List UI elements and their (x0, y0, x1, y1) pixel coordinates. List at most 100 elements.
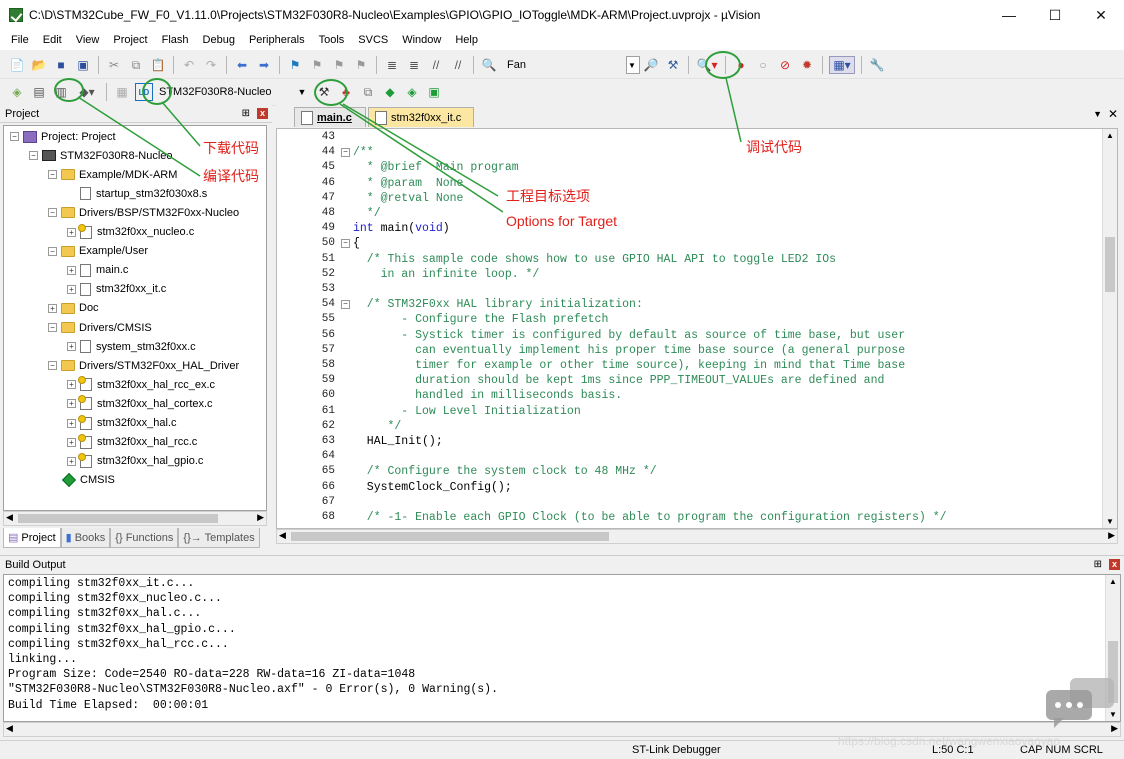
tree-item[interactable]: + stm32f0xx_hal_cortex.c (67, 394, 213, 413)
fold-toggle-icon[interactable]: − (341, 239, 350, 249)
save-icon[interactable]: ■ (52, 56, 70, 74)
menu-flash[interactable]: Flash (155, 34, 196, 46)
expand-icon[interactable]: + (67, 418, 76, 428)
tree-item[interactable]: + stm32f0xx_hal_rcc_ex.c (67, 375, 215, 394)
find-in-files-icon[interactable]: 🔍 (480, 56, 498, 74)
redo-icon[interactable]: ↷ (202, 56, 220, 74)
tree-item[interactable]: + stm32f0xx_nucleo.c (67, 223, 194, 242)
scroll-left-icon[interactable]: ◀ (279, 530, 286, 541)
menu-view[interactable]: View (69, 34, 107, 46)
configure-wrench-icon[interactable]: 🔧 (868, 56, 886, 74)
menu-peripherals[interactable]: Peripherals (242, 34, 312, 46)
scroll-thumb[interactable] (18, 514, 218, 523)
indent-icon[interactable]: ≣ (383, 56, 401, 74)
unindent-icon[interactable]: ≣ (405, 56, 423, 74)
incremental-find-icon[interactable]: ⚒ (664, 56, 682, 74)
menu-tools[interactable]: Tools (312, 34, 352, 46)
expand-icon[interactable]: + (67, 456, 76, 466)
clear-bookmarks-icon[interactable]: ⚑ (352, 56, 370, 74)
collapse-icon[interactable]: − (29, 151, 38, 161)
maximize-button[interactable]: ☐ (1032, 0, 1078, 30)
window-layout-icon[interactable]: ▦▾ (829, 56, 855, 74)
stop-build-icon[interactable]: ▦ (113, 83, 131, 101)
file-extensions-icon[interactable]: ⧉ (359, 83, 377, 101)
tree-item[interactable]: − Project: Project (10, 127, 116, 146)
tree-item[interactable]: + stm32f0xx_hal_gpio.c (67, 452, 203, 471)
manage-run-time-icon[interactable]: ◆ (381, 83, 399, 101)
expand-icon[interactable]: + (67, 284, 76, 294)
uncomment-icon[interactable]: // (449, 56, 467, 74)
tree-item[interactable]: − Drivers/STM32F0xx_HAL_Driver (48, 356, 239, 375)
expand-icon[interactable]: + (48, 303, 57, 313)
navigate-back-icon[interactable]: ⬅ (233, 56, 251, 74)
tree-item[interactable]: − Drivers/CMSIS (48, 318, 152, 337)
menu-help[interactable]: Help (448, 34, 485, 46)
tree-item[interactable]: − Example/MDK-ARM (48, 165, 177, 184)
tree-item[interactable]: + system_stm32f0xx.c (67, 337, 196, 356)
pin-icon[interactable]: ⊞ (1094, 559, 1102, 570)
menu-debug[interactable]: Debug (196, 34, 242, 46)
close-button[interactable]: ✕ (1078, 0, 1124, 30)
expand-icon[interactable]: + (67, 380, 76, 390)
tree-item[interactable]: + stm32f0xx_hal_rcc.c (67, 433, 197, 452)
close-panel-icon[interactable]: x (1109, 559, 1120, 570)
scroll-up-icon[interactable]: ▲ (1106, 131, 1114, 140)
comment-icon[interactable]: // (427, 56, 445, 74)
expand-icon[interactable]: + (67, 399, 76, 409)
collapse-icon[interactable]: − (48, 170, 57, 180)
build-output-window[interactable]: ▲ ▼ compiling stm32f0xx_it.c... compiling… (3, 574, 1121, 722)
expand-icon[interactable]: + (67, 437, 76, 447)
scroll-right-icon[interactable]: ▶ (257, 512, 264, 523)
select-software-packs-icon[interactable]: ▣ (425, 83, 443, 101)
copy-icon[interactable]: ⧉ (127, 56, 145, 74)
paste-icon[interactable]: 📋 (149, 56, 167, 74)
expand-icon[interactable]: + (67, 265, 76, 275)
tree-item[interactable]: − Example/User (48, 242, 148, 261)
pack-installer-icon[interactable]: ◈ (403, 83, 421, 101)
tree-item[interactable]: startup_stm32f030x8.s (67, 184, 207, 203)
tab-functions[interactable]: {} Functions (110, 528, 179, 548)
menu-svcs[interactable]: SVCS (351, 34, 395, 46)
tree-item[interactable]: − STM32F030R8-Nucleo (29, 146, 173, 165)
save-all-icon[interactable]: ▣ (74, 56, 92, 74)
tree-item[interactable]: + main.c (67, 261, 128, 280)
tab-books[interactable]: ▮ Books (60, 528, 111, 548)
cut-icon[interactable]: ✂ (105, 56, 123, 74)
fold-toggle-icon[interactable]: − (341, 148, 350, 158)
collapse-icon[interactable]: − (48, 323, 57, 332)
expand-icon[interactable]: + (67, 227, 76, 237)
menu-edit[interactable]: Edit (36, 34, 69, 46)
collapse-icon[interactable]: − (10, 132, 19, 141)
kill-all-breakpoints-icon[interactable]: ✹ (798, 56, 816, 74)
tab-main-c[interactable]: main.c (294, 107, 366, 127)
navigate-forward-icon[interactable]: ➡ (255, 56, 273, 74)
tab-templates[interactable]: {}→ Templates (178, 528, 260, 548)
prev-bookmark-icon[interactable]: ⚑ (308, 56, 326, 74)
disable-all-breakpoints-icon[interactable]: ⊘ (776, 56, 794, 74)
next-bookmark-icon[interactable]: ⚑ (330, 56, 348, 74)
build-icon[interactable]: ▤ (30, 83, 48, 101)
tree-item[interactable]: CMSIS (48, 471, 115, 490)
enable-breakpoint-icon[interactable]: ○ (754, 56, 772, 74)
pin-icon[interactable]: ⊞ (242, 108, 250, 119)
scroll-down-icon[interactable]: ▼ (1106, 517, 1114, 526)
menu-file[interactable]: File (4, 34, 36, 46)
target-dropdown-icon[interactable]: ▼ (293, 83, 311, 101)
find-icon[interactable]: 🔎 (642, 56, 660, 74)
close-panel-icon[interactable]: x (257, 108, 268, 119)
find-combo[interactable]: Fan (502, 56, 622, 74)
project-hscrollbar[interactable]: ◀ ▶ (3, 511, 267, 526)
menu-window[interactable]: Window (395, 34, 448, 46)
tab-project[interactable]: ▤ Project (3, 528, 61, 548)
tab-list-dropdown-icon[interactable]: ▼ (1093, 109, 1102, 119)
expand-icon[interactable]: + (67, 342, 76, 352)
scroll-thumb[interactable] (291, 532, 609, 541)
undo-icon[interactable]: ↶ (180, 56, 198, 74)
tree-item[interactable]: + Doc (48, 299, 99, 318)
new-file-icon[interactable]: 📄 (8, 56, 26, 74)
scroll-up-icon[interactable]: ▲ (1109, 577, 1117, 586)
fold-toggle-icon[interactable]: − (341, 300, 350, 310)
tab-stm32f0xx-it-c[interactable]: stm32f0xx_it.c (368, 107, 474, 127)
translate-icon[interactable]: ◈ (8, 83, 26, 101)
code-editor[interactable]: ▲ ▼ 43 44−/** 45 * @brief Main program 46 *… (276, 128, 1118, 529)
